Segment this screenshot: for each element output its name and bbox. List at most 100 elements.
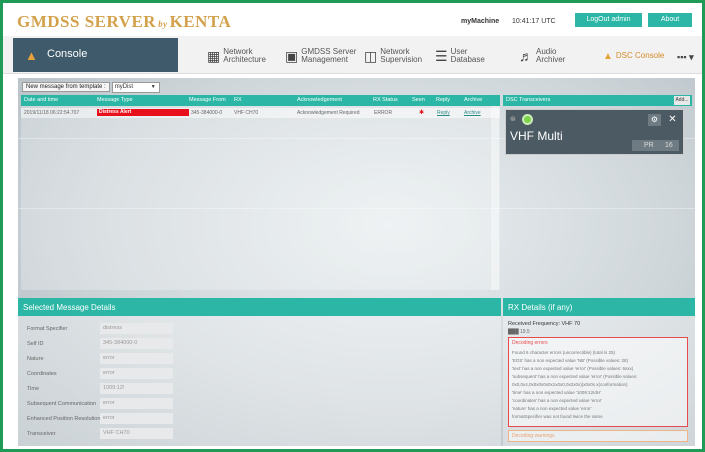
cell-from: 345-384000-0 bbox=[191, 110, 223, 116]
transceivers-header: DSC Transceivers Add... bbox=[503, 95, 692, 106]
field-value: 345-384000-0 bbox=[100, 338, 173, 349]
field-label: Coordinates bbox=[27, 371, 57, 377]
tab-console-label: Console bbox=[47, 48, 88, 60]
chevron-down-icon: ▼ bbox=[150, 83, 156, 90]
error-line: Found 6 character errors (uncorrectible)… bbox=[512, 350, 616, 355]
field-label: Nature bbox=[27, 356, 44, 362]
rx-frequency: Received Frequency: VHF 70 bbox=[508, 321, 580, 327]
error-line: 'subsequent' has a non expected value 'e… bbox=[512, 374, 638, 379]
gear-icon[interactable]: ⚙ bbox=[648, 114, 661, 126]
main-nav: ▲ Console ▦ Network Architecture ▣ GMDSS… bbox=[3, 36, 702, 74]
field-label: Subsequent Communication bbox=[27, 401, 97, 407]
console-icon: ▲ bbox=[25, 48, 38, 63]
transceiver-name: VHF Multi bbox=[510, 129, 563, 143]
tab-user-database[interactable]: ☰ User Database bbox=[435, 44, 490, 68]
transceiver-card[interactable]: ⊛ VHF Multi ⚙ ✕ PR 16 bbox=[505, 109, 684, 155]
error-line: 'EOS' has a non expected value 'NB' (Pos… bbox=[512, 358, 629, 363]
template-bar: New message from template : myDist ▼ bbox=[22, 80, 160, 94]
network-supervision-icon: ◫ bbox=[364, 47, 378, 64]
reply-link[interactable]: Reply bbox=[437, 110, 450, 116]
transceivers-panel: DSC Transceivers Add... ⊛ VHF Multi ⚙ ✕ … bbox=[503, 95, 692, 290]
more-menu-button[interactable]: ▪▪▪ ▾ bbox=[677, 52, 694, 63]
unseen-alarm-icon: ✱ bbox=[419, 110, 425, 116]
field-label: Transceiver bbox=[27, 431, 56, 437]
error-line: 'nature' has a non expected value 'error… bbox=[512, 406, 592, 411]
tab-console[interactable]: ▲ Console bbox=[13, 38, 178, 72]
col-reply[interactable]: Reply bbox=[436, 97, 450, 103]
tab-audio-archiver[interactable]: ♬ Audio Archiver bbox=[519, 44, 579, 68]
col-rx[interactable]: RX bbox=[234, 97, 242, 103]
logo-brand: KENTA bbox=[169, 12, 232, 31]
tab-label: User Database bbox=[450, 47, 485, 64]
tab-label: GMDSS Server Management bbox=[301, 47, 357, 64]
warnings-title: Decoding warnings bbox=[512, 433, 555, 439]
cell-datetime: 2019/11/18 06:22:54.707 bbox=[24, 110, 80, 116]
error-line: 'text' has a non expected value 'error' … bbox=[512, 366, 634, 371]
col-from[interactable]: Message From bbox=[189, 97, 226, 103]
tab-dsc-console[interactable]: ▲ DSC Console bbox=[603, 44, 669, 68]
dsc-console-icon: ▲ bbox=[603, 50, 613, 62]
rx-details-panel: RX Details (if any) Received Frequency: … bbox=[503, 298, 695, 446]
tab-label: Network Architecture bbox=[223, 47, 266, 64]
server-management-icon: ▣ bbox=[285, 47, 299, 64]
col-ack[interactable]: Acknowledgement bbox=[297, 97, 342, 103]
field-value: error bbox=[100, 353, 173, 364]
tab-server-management[interactable]: ▣ GMDSS Server Management bbox=[285, 44, 360, 68]
field-label: Self ID bbox=[27, 341, 44, 347]
col-type[interactable]: Message Type bbox=[97, 97, 133, 103]
details-header: Selected Message Details bbox=[18, 298, 501, 316]
details-title: Selected Message Details bbox=[23, 303, 116, 312]
machine-name: myMachine bbox=[461, 18, 500, 25]
table-row[interactable]: 2019/11/18 06:22:54.707 Distress Alert 3… bbox=[21, 108, 500, 118]
archive-link[interactable]: Archive bbox=[464, 110, 481, 116]
col-seen[interactable]: Seen bbox=[412, 97, 425, 103]
decoding-warnings-box: Decoding warnings bbox=[508, 430, 688, 442]
error-line: 'time' has a non expected value '1009:12… bbox=[512, 390, 601, 395]
cell-ack: Acknowledgement Required bbox=[297, 110, 360, 116]
network-architecture-icon: ▦ bbox=[207, 47, 221, 64]
rx-frequency-label: Received Frequency: bbox=[508, 321, 560, 327]
error-line: 'coordinates' has a non expected value '… bbox=[512, 398, 602, 403]
decoding-errors-box: Decoding errors Found 6 character errors… bbox=[508, 337, 688, 427]
messages-scrollbar[interactable] bbox=[491, 106, 499, 290]
col-date[interactable]: Date and time bbox=[24, 97, 58, 103]
user-database-icon: ☰ bbox=[435, 47, 448, 64]
tab-label: Audio Archiver bbox=[536, 47, 566, 64]
new-message-button[interactable]: New message from template : bbox=[22, 82, 110, 92]
template-select[interactable]: myDist ▼ bbox=[111, 81, 160, 93]
close-icon[interactable]: ✕ bbox=[666, 114, 679, 126]
app-logo: GMDSS SERVER by KENTA bbox=[17, 12, 231, 32]
field-value: error bbox=[100, 413, 173, 424]
rx-signal: ███ 19.5 bbox=[508, 329, 530, 335]
field-label: Time bbox=[27, 386, 40, 392]
channel-mode: PR bbox=[644, 142, 654, 149]
tab-network-supervision[interactable]: ◫ Network Supervision bbox=[364, 44, 429, 68]
tab-network-architecture[interactable]: ▦ Network Architecture bbox=[207, 44, 277, 68]
distress-badge: Distress Alert bbox=[97, 109, 189, 116]
about-button[interactable]: About bbox=[648, 13, 692, 27]
error-line: 0x0,0x4,0x0x0x0x0x1x0x0,0x2x0x)(x0x0x.x(… bbox=[512, 382, 628, 387]
rx-header: RX Details (if any) bbox=[503, 298, 695, 316]
template-select-value: myDist bbox=[114, 83, 134, 90]
channel-display: PR 16 bbox=[632, 140, 679, 151]
rx-frequency-value: VHF 70 bbox=[561, 321, 581, 327]
app-header: GMDSS SERVER by KENTA myMachine 10:41:17 U… bbox=[3, 3, 702, 36]
field-label: Enhanced Position Resolution bbox=[27, 416, 101, 422]
add-transceiver-button[interactable]: Add... bbox=[674, 96, 690, 105]
utc-clock: 10:41:17 UTC bbox=[512, 18, 556, 25]
field-value: error bbox=[100, 368, 173, 379]
col-archive[interactable]: Archive bbox=[464, 97, 482, 103]
logout-button[interactable]: LogOut admin bbox=[575, 13, 642, 27]
error-line: formatSpecifier was not found twice the … bbox=[512, 414, 603, 419]
audio-archiver-icon: ♬ bbox=[519, 48, 533, 64]
field-label: Format Specifier bbox=[27, 326, 68, 332]
tab-label: DSC Console bbox=[615, 51, 665, 60]
cell-rx-status: ERROR bbox=[374, 110, 393, 116]
errors-title: Decoding errors bbox=[512, 340, 548, 346]
messages-panel: Date and time Message Type Message From … bbox=[21, 95, 500, 290]
col-rx-status[interactable]: RX Status bbox=[373, 97, 398, 103]
messages-table-header: Date and time Message Type Message From … bbox=[21, 95, 500, 106]
field-value: 1009:12! bbox=[100, 383, 173, 394]
rx-title: RX Details (if any) bbox=[508, 303, 573, 312]
status-ok-icon bbox=[522, 114, 533, 125]
